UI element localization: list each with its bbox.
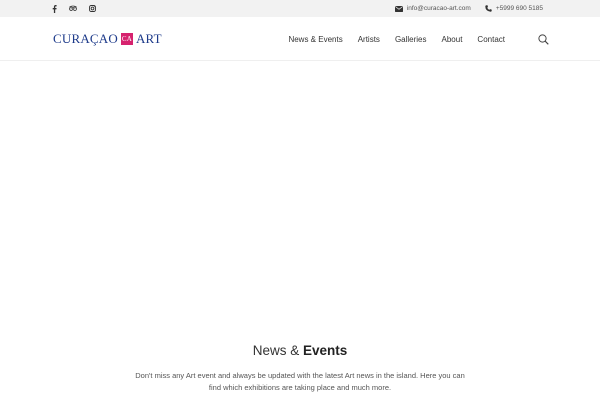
section-title: News & Events xyxy=(0,343,600,358)
section-title-light: News & xyxy=(252,343,300,358)
main-menu: News & Events Artists Galleries About Co… xyxy=(288,17,505,61)
menu-item-galleries[interactable]: Galleries xyxy=(395,35,427,44)
email-link[interactable]: info@curacao-art.com xyxy=(394,5,471,12)
tripadvisor-icon[interactable] xyxy=(69,5,77,13)
search-icon[interactable] xyxy=(537,33,549,45)
phone-link[interactable]: +5999 690 5185 xyxy=(485,5,543,12)
section-title-bold: Events xyxy=(303,343,348,358)
menu-item-contact[interactable]: Contact xyxy=(477,35,505,44)
facebook-icon[interactable] xyxy=(50,4,58,13)
site-logo[interactable]: CURAÇAO CA ART xyxy=(53,31,162,47)
contact-info: info@curacao-art.com +5999 690 5185 xyxy=(394,0,543,17)
phone-text: +5999 690 5185 xyxy=(495,5,543,12)
main-navbar: CURAÇAO CA ART News & Events Artists Gal… xyxy=(0,17,600,61)
menu-item-news-events[interactable]: News & Events xyxy=(288,35,342,44)
logo-text-left: CURAÇAO xyxy=(53,31,118,46)
phone-icon xyxy=(485,5,492,12)
top-bar: info@curacao-art.com +5999 690 5185 xyxy=(0,0,600,17)
menu-item-artists[interactable]: Artists xyxy=(358,35,380,44)
menu-item-about[interactable]: About xyxy=(442,35,463,44)
envelope-icon xyxy=(394,5,403,12)
section-description: Don't miss any Art event and always be u… xyxy=(135,371,465,392)
logo-text-right: ART xyxy=(135,31,162,46)
instagram-icon[interactable] xyxy=(88,5,96,13)
social-links xyxy=(50,0,96,17)
email-text: info@curacao-art.com xyxy=(406,5,471,12)
logo-mark-icon: CA xyxy=(120,33,133,45)
